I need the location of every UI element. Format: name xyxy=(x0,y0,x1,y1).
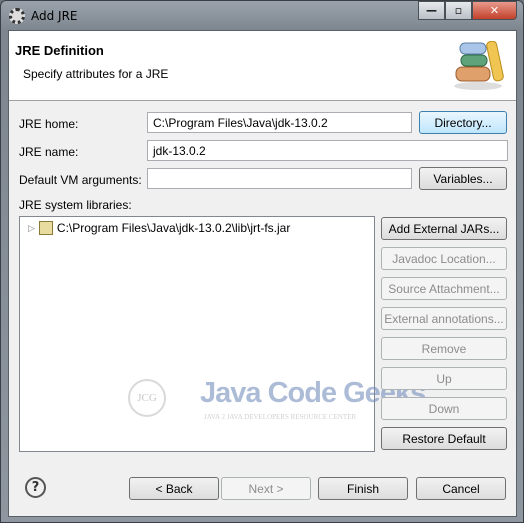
page-subtitle: Specify attributes for a JRE xyxy=(23,67,169,81)
down-button[interactable]: Down xyxy=(381,397,507,420)
eclipse-icon xyxy=(9,8,25,24)
maximize-button[interactable]: ▫ xyxy=(445,1,472,20)
expand-arrow-icon[interactable]: ▷ xyxy=(28,223,35,234)
up-button[interactable]: Up xyxy=(381,367,507,390)
cancel-button[interactable]: Cancel xyxy=(416,477,506,500)
jre-home-label: JRE home: xyxy=(19,117,79,131)
add-jre-window: Add JRE — ▫ ✕ JRE Definition Specify att… xyxy=(0,0,524,523)
javadoc-location-button[interactable]: Javadoc Location... xyxy=(381,247,507,270)
library-books-icon xyxy=(454,41,504,90)
window-title: Add JRE xyxy=(31,9,78,23)
add-external-jars-button[interactable]: Add External JARs... xyxy=(381,217,507,240)
vm-args-input[interactable] xyxy=(147,168,412,189)
next-button[interactable]: Next > xyxy=(221,477,311,500)
external-annotations-button[interactable]: External annotations... xyxy=(381,307,507,330)
watermark-logo: JCG xyxy=(128,379,166,417)
help-button[interactable]: ? xyxy=(25,477,46,498)
close-button[interactable]: ✕ xyxy=(472,1,517,20)
back-button[interactable]: < Back xyxy=(129,477,219,500)
page-title: JRE Definition xyxy=(15,43,104,58)
variables-button[interactable]: Variables... xyxy=(419,167,507,190)
jre-name-label: JRE name: xyxy=(19,145,79,159)
finish-button[interactable]: Finish xyxy=(318,477,408,500)
library-item[interactable]: ▷ C:\Program Files\Java\jdk-13.0.2\lib\j… xyxy=(28,221,290,235)
title-bar: Add JRE xyxy=(9,5,78,27)
directory-button[interactable]: Directory... xyxy=(419,111,507,134)
source-attachment-button[interactable]: Source Attachment... xyxy=(381,277,507,300)
vm-args-label: Default VM arguments: xyxy=(19,173,142,187)
minimize-button[interactable]: — xyxy=(418,1,445,20)
jre-home-input[interactable]: C:\Program Files\Java\jdk-13.0.2 xyxy=(147,112,412,133)
libraries-tree[interactable]: ▷ C:\Program Files\Java\jdk-13.0.2\lib\j… xyxy=(19,216,426,452)
library-path: C:\Program Files\Java\jdk-13.0.2\lib\jrt… xyxy=(56,221,291,235)
dialog-header: JRE Definition Specify attributes for a … xyxy=(9,31,516,101)
restore-default-button[interactable]: Restore Default xyxy=(381,427,507,450)
jre-name-input[interactable]: jdk-13.0.2 xyxy=(147,140,508,161)
watermark-tagline: JAVA 2 JAVA DEVELOPERS RESOURCE CENTER xyxy=(204,413,357,421)
remove-button[interactable]: Remove xyxy=(381,337,507,360)
jar-icon xyxy=(38,221,53,235)
libraries-label: JRE system libraries: xyxy=(19,198,132,212)
